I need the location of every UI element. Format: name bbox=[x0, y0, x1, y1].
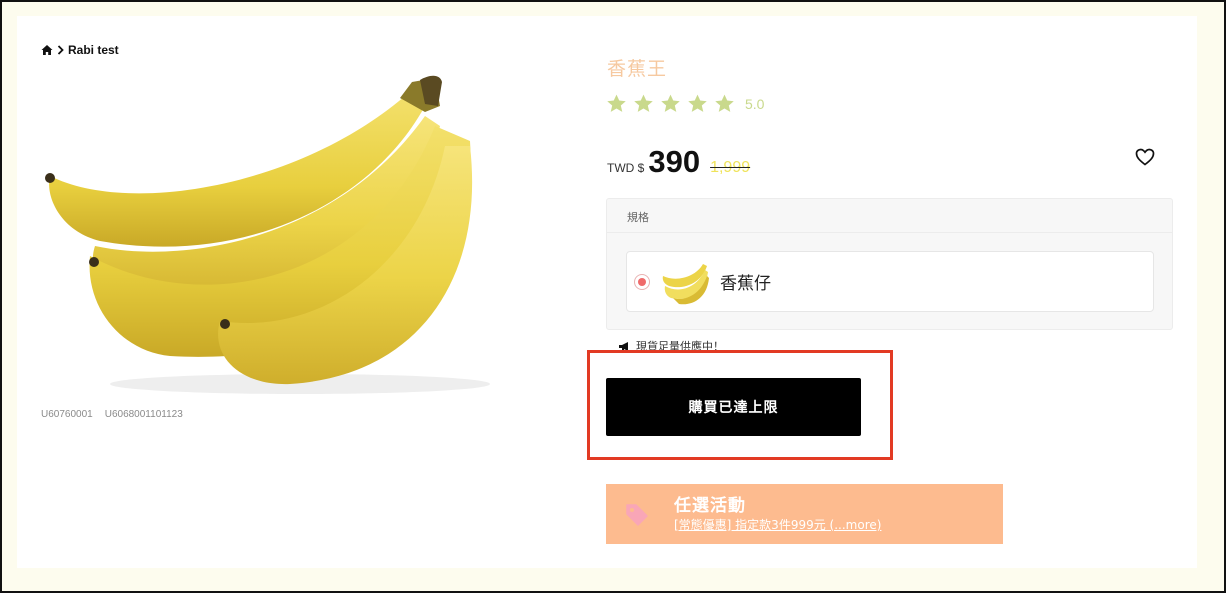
tag-icon bbox=[626, 504, 648, 526]
radio-selected-dot bbox=[638, 277, 646, 286]
home-icon[interactable] bbox=[41, 44, 53, 56]
star-icon bbox=[607, 94, 626, 112]
spec-box: 規格 香蕉仔 bbox=[606, 198, 1173, 330]
promo-title: 任選活動 bbox=[674, 495, 746, 516]
rating-value: 5.0 bbox=[745, 95, 765, 112]
currency-label: TWD $ bbox=[607, 161, 645, 175]
promo-subtitle-link[interactable]: [常態優惠] 指定款3件999元 (...more) bbox=[674, 517, 881, 534]
banana-bunch-image bbox=[45, 75, 490, 394]
chevron-right-icon bbox=[57, 45, 64, 55]
star-icon bbox=[661, 94, 680, 112]
product-image bbox=[40, 66, 492, 396]
product-rating: 5.0 bbox=[606, 93, 764, 114]
spec-option[interactable]: 香蕉仔 bbox=[626, 251, 1154, 312]
star-icon bbox=[715, 94, 734, 112]
price-row: TWD $ 390 1,999 bbox=[607, 144, 750, 180]
breadcrumb-current[interactable]: Rabi test bbox=[68, 43, 119, 57]
buy-button[interactable]: 購買已達上限 bbox=[606, 378, 861, 436]
spec-option-label: 香蕉仔 bbox=[720, 274, 771, 294]
heart-icon[interactable] bbox=[1135, 148, 1155, 170]
spec-radio[interactable] bbox=[634, 273, 650, 290]
sku-codes: U60760001 U6068001101123 bbox=[41, 409, 183, 420]
original-price: 1,999 bbox=[710, 159, 751, 176]
banana-thumbnail bbox=[661, 257, 709, 306]
star-icon bbox=[634, 94, 653, 112]
star-icon bbox=[688, 94, 707, 112]
promo-banner[interactable]: 任選活動 [常態優惠] 指定款3件999元 (...more) bbox=[606, 484, 1003, 544]
spec-header: 規格 bbox=[607, 199, 1172, 233]
breadcrumb: Rabi test bbox=[41, 43, 119, 57]
sku-code-2: U6068001101123 bbox=[104, 409, 183, 420]
product-title: 香蕉王 bbox=[607, 58, 668, 80]
current-price: 390 bbox=[648, 144, 701, 179]
sku-code-1: U60760001 bbox=[41, 409, 93, 420]
